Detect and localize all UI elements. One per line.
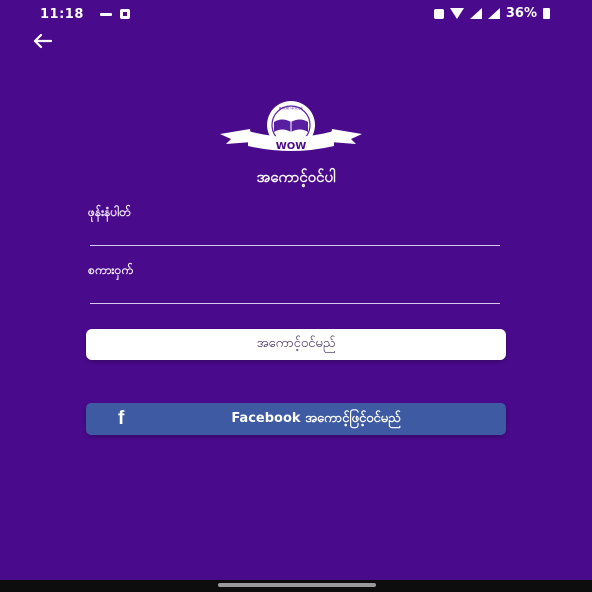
signal-icon: [487, 8, 500, 19]
app-logo: WOW BOOK HOUSE: [216, 98, 366, 158]
logo-text: WOW: [276, 141, 307, 152]
vibrate-icon: [433, 8, 444, 19]
status-left-icons: [100, 9, 130, 19]
battery-percent: 36%: [505, 6, 537, 21]
facebook-icon: f: [118, 408, 125, 429]
facebook-login-label: Facebook အကောင့်ဖြင့်ဝင်မည်: [231, 410, 401, 426]
signal-icon: [469, 8, 482, 19]
wifi-icon: [449, 8, 464, 19]
logo-ring-text: BOOK HOUSE: [279, 107, 304, 111]
login-button[interactable]: အကောင့်ဝင်မည်: [86, 329, 506, 360]
phone-input[interactable]: [90, 217, 500, 246]
back-button[interactable]: [28, 30, 56, 52]
dash-icon: [100, 12, 112, 16]
arrow-left-icon: [33, 33, 52, 49]
battery-icon: [543, 8, 550, 19]
home-indicator[interactable]: [218, 583, 376, 587]
login-button-label: အကောင့်ဝင်မည်: [256, 336, 336, 351]
status-time: 11:18: [40, 7, 84, 22]
book-logo-icon: WOW BOOK HOUSE: [220, 101, 362, 152]
navigation-bar: [0, 580, 592, 592]
status-bar: 11:18 36%: [0, 0, 592, 32]
page-title: အကောင့်ဝင်ပါ: [256, 168, 336, 186]
square-icon: [120, 9, 130, 19]
facebook-login-button[interactable]: f Facebook အကောင့်ဖြင့်ဝင်မည်: [86, 403, 506, 435]
status-right-icons: 36%: [433, 6, 550, 21]
password-input[interactable]: [90, 275, 500, 304]
